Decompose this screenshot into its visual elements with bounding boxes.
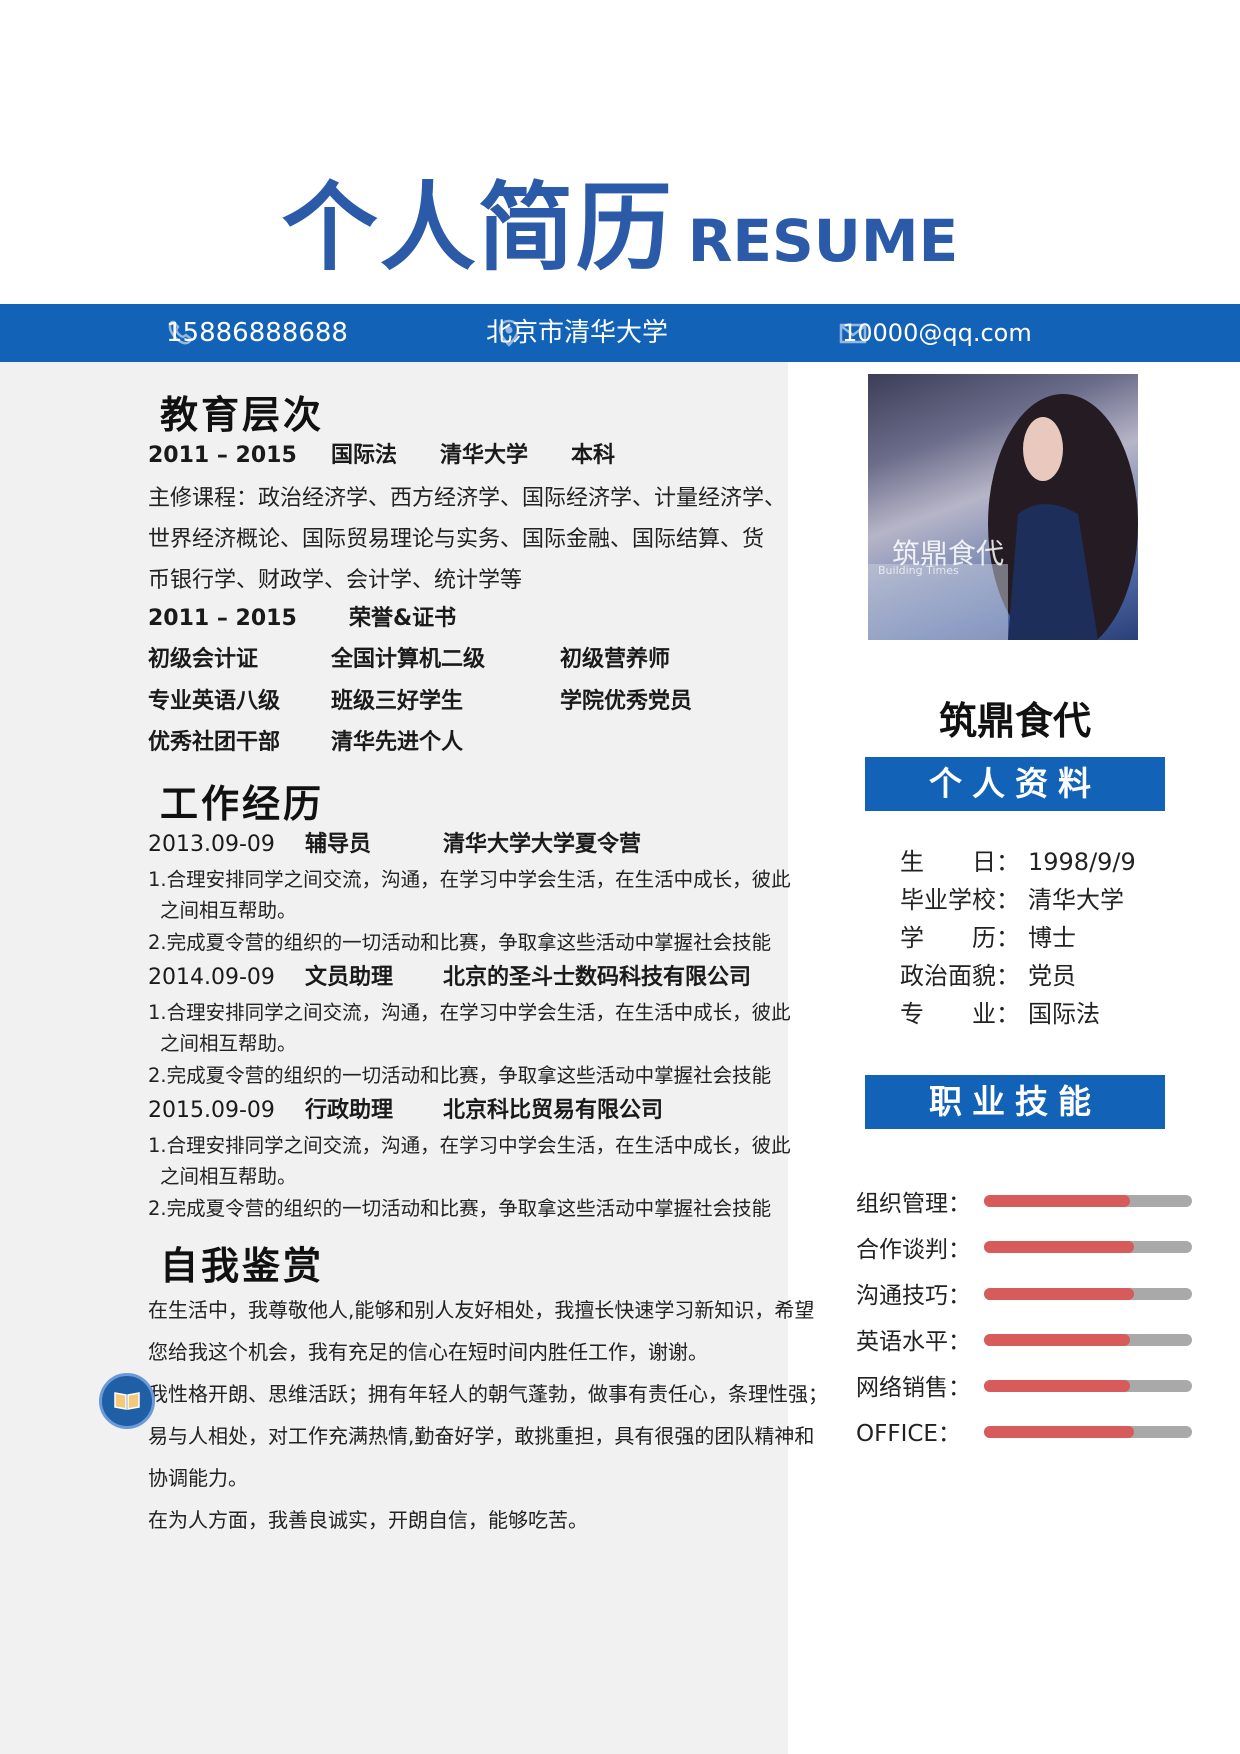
edu-school: 清华大学 xyxy=(440,443,529,468)
self-line: 我性格开朗、思维活跃；拥有年轻人的朝气蓬勃，做事有责任心，条理性强； xyxy=(148,1382,828,1406)
skill-bar xyxy=(984,1426,1192,1438)
work-date: 2015.09-09 xyxy=(148,1098,275,1123)
work-line: 之间相互帮助。 xyxy=(160,1032,297,1055)
info-label: 专 业： xyxy=(900,1000,1020,1028)
honor-item: 专业英语八级 xyxy=(148,689,281,714)
self-line: 在为人方面，我善良诚实，开朗自信，能够吃苦。 xyxy=(148,1508,588,1532)
info-value: 博士 xyxy=(1028,924,1076,952)
title-en: RESUME xyxy=(687,207,959,275)
info-label: 生 日： xyxy=(900,848,1020,876)
work-org: 清华大学大学夏令营 xyxy=(443,832,642,857)
email: 10000@qq.com xyxy=(842,319,1032,347)
self-line: 易与人相处，对工作充满热情,勤奋好学，敢挑重担，具有很强的团队精神和 xyxy=(148,1424,815,1448)
edu-major: 国际法 xyxy=(331,443,398,468)
section-title-skills: 职业技能 xyxy=(865,1075,1165,1129)
skill-bar xyxy=(984,1241,1192,1253)
section-title-self: 自我鉴赏 xyxy=(160,1244,325,1288)
honors-title: 荣誉&证书 xyxy=(349,606,457,631)
section-title-info: 个人资料 xyxy=(865,757,1165,811)
self-line: 协调能力。 xyxy=(148,1466,248,1490)
edu-period: 2011 – 2015 xyxy=(148,443,297,468)
skill-label: OFFICE： xyxy=(856,1421,961,1447)
info-value: 1998/9/9 xyxy=(1028,848,1136,876)
skill-label: 英语水平： xyxy=(856,1329,971,1355)
honor-item: 清华先进个人 xyxy=(331,730,464,755)
skill-bar xyxy=(984,1195,1192,1207)
honor-item: 初级会计证 xyxy=(148,647,259,672)
course-line: 币银行学、财政学、会计学、统计学等 xyxy=(148,568,523,593)
honor-item: 全国计算机二级 xyxy=(331,647,486,672)
skill-fill xyxy=(984,1288,1134,1300)
phone-number: 15886888688 xyxy=(166,318,348,348)
photo-watermark-en: Building Times xyxy=(878,564,959,577)
book-icon[interactable] xyxy=(99,1373,155,1429)
profile-photo: 筑鼎食代 Building Times xyxy=(868,374,1138,640)
work-line: 2.完成夏令营的组织的一切活动和比赛，争取拿这些活动中掌握社会技能 xyxy=(148,1064,772,1087)
honors-period: 2011 – 2015 xyxy=(148,606,297,631)
honor-item: 初级营养师 xyxy=(560,647,671,672)
work-org: 北京科比贸易有限公司 xyxy=(443,1098,664,1123)
work-line: 之间相互帮助。 xyxy=(160,1165,297,1188)
skill-fill xyxy=(984,1334,1130,1346)
work-role: 辅导员 xyxy=(305,832,372,857)
section-title-education: 教育层次 xyxy=(160,393,325,437)
info-label: 政治面貌： xyxy=(900,962,1020,990)
skill-fill xyxy=(984,1426,1134,1438)
self-line: 您给我这个机会，我有充足的信心在短时间内胜任工作，谢谢。 xyxy=(148,1340,708,1364)
skill-bar xyxy=(984,1380,1192,1392)
honor-item: 优秀社团干部 xyxy=(148,730,281,755)
work-org: 北京的圣斗士数码科技有限公司 xyxy=(443,965,752,990)
skill-label: 组织管理： xyxy=(856,1191,971,1217)
skill-label: 沟通技巧： xyxy=(856,1283,971,1309)
honor-item: 班级三好学生 xyxy=(331,689,464,714)
work-date: 2013.09-09 xyxy=(148,832,275,857)
skill-bar xyxy=(984,1334,1192,1346)
work-role: 行政助理 xyxy=(305,1098,394,1123)
work-line: 之间相互帮助。 xyxy=(160,899,297,922)
self-line: 在生活中，我尊敬他人,能够和别人友好相处，我擅长快速学习新知识，希望 xyxy=(148,1298,815,1322)
skill-fill xyxy=(984,1195,1130,1207)
edu-degree: 本科 xyxy=(571,443,616,468)
course-line: 世界经济概论、国际贸易理论与实务、国际金融、国际结算、货 xyxy=(148,527,765,552)
resume-title: 个人简历 RESUME xyxy=(0,150,1240,289)
address: 北京市清华大学 xyxy=(486,318,669,348)
work-line: 1.合理安排同学之间交流，沟通，在学习中学会生活，在生活中成长，彼此 xyxy=(148,1001,791,1024)
work-line: 2.完成夏令营的组织的一切活动和比赛，争取拿这些活动中掌握社会技能 xyxy=(148,931,772,954)
title-cn: 个人简历 xyxy=(281,172,674,284)
profile-name: 筑鼎食代 xyxy=(938,699,1091,743)
info-value: 党员 xyxy=(1028,962,1076,990)
work-role: 文员助理 xyxy=(305,965,394,990)
info-value: 国际法 xyxy=(1028,1000,1100,1028)
work-line: 2.完成夏令营的组织的一切活动和比赛，争取拿这些活动中掌握社会技能 xyxy=(148,1197,772,1220)
work-date: 2014.09-09 xyxy=(148,965,275,990)
skill-label: 合作谈判： xyxy=(856,1237,971,1263)
work-line: 1.合理安排同学之间交流，沟通，在学习中学会生活，在生活中成长，彼此 xyxy=(148,868,791,891)
skill-bar xyxy=(984,1288,1192,1300)
info-value: 清华大学 xyxy=(1028,886,1124,914)
info-label: 学 历： xyxy=(900,924,1020,952)
work-line: 1.合理安排同学之间交流，沟通，在学习中学会生活，在生活中成长，彼此 xyxy=(148,1134,791,1157)
course-line: 主修课程：政治经济学、西方经济学、国际经济学、计量经济学、 xyxy=(148,486,787,511)
skill-fill xyxy=(984,1380,1130,1392)
skill-label: 网络销售： xyxy=(856,1375,971,1401)
section-title-work: 工作经历 xyxy=(160,782,325,826)
contact-bar: 15886888688 北京市清华大学 10000@qq.com xyxy=(0,304,1240,362)
skill-fill xyxy=(984,1241,1134,1253)
honor-item: 学院优秀党员 xyxy=(560,689,693,714)
info-label: 毕业学校： xyxy=(900,886,1020,914)
